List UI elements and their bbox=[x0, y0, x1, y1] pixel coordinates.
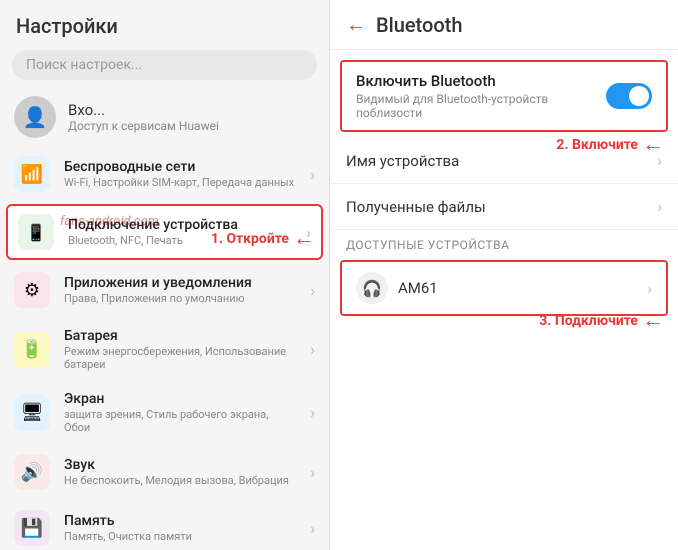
device-text: Подключение устройства Bluetooth, NFC, П… bbox=[68, 217, 238, 247]
screen-icon: 🖥 bbox=[14, 395, 50, 431]
sidebar-item-apps[interactable]: ⚙ Приложения и уведомления Права, Прилож… bbox=[0, 262, 329, 318]
memory-title: Память bbox=[64, 513, 192, 529]
sound-subtitle: Не беспокоить, Мелодия вызова, Вибрация bbox=[64, 474, 289, 487]
screen-text: Экран защита зрения, Стиль рабочего экра… bbox=[64, 391, 296, 434]
devices-header: ДОСТУПНЫЕ УСТРОЙСТВА bbox=[330, 230, 678, 256]
apps-title: Приложения и уведомления bbox=[64, 275, 252, 291]
sound-title: Звук bbox=[64, 457, 289, 473]
search-input[interactable]: Поиск настроек... bbox=[12, 50, 317, 80]
received-files-label: Полученные файлы bbox=[346, 198, 486, 216]
sound-arrow: › bbox=[310, 463, 315, 482]
battery-subtitle: Режим энергосбережения, Использование ба… bbox=[64, 345, 296, 371]
apps-subtitle: Права, Приложения по умолчанию bbox=[64, 292, 252, 305]
profile-row[interactable]: 👤 Вхо... Доступ к сервисам Huawei bbox=[0, 88, 329, 146]
received-files-arrow: › bbox=[657, 197, 662, 216]
right-title: Bluetooth bbox=[376, 13, 462, 37]
sound-text: Звук Не беспокоить, Мелодия вызова, Вибр… bbox=[64, 457, 289, 487]
toggle-sublabel: Видимый для Bluetooth-устройств поблизос… bbox=[356, 92, 606, 120]
bluetooth-toggle-section: Включить Bluetooth Видимый для Bluetooth… bbox=[340, 60, 668, 132]
sidebar-item-battery[interactable]: 🔋 Батарея Режим энергосбережения, Исполь… bbox=[0, 318, 329, 381]
battery-icon: 🔋 bbox=[14, 332, 50, 368]
device-name-label: Имя устройства bbox=[346, 152, 459, 170]
profile-subtitle: Доступ к сервисам Huawei bbox=[68, 119, 219, 133]
left-title: Настройки bbox=[0, 0, 329, 46]
wifi-subtitle: Wi-Fi, Настройки SIM-карт, Передача данн… bbox=[64, 176, 294, 189]
toggle-labels: Включить Bluetooth Видимый для Bluetooth… bbox=[356, 72, 606, 120]
sidebar-item-screen[interactable]: 🖥 Экран защита зрения, Стиль рабочего эк… bbox=[0, 381, 329, 444]
sidebar-item-device[interactable]: 📱 Подключение устройства Bluetooth, NFC,… bbox=[6, 204, 323, 260]
device-icon: 📱 bbox=[18, 214, 54, 250]
device-subtitle: Bluetooth, NFC, Печать bbox=[68, 234, 238, 247]
device-arrow: › bbox=[306, 223, 311, 242]
memory-text: Память Память, Очистка памяти bbox=[64, 513, 192, 543]
memory-arrow: › bbox=[310, 519, 315, 538]
apps-text: Приложения и уведомления Права, Приложен… bbox=[64, 275, 252, 305]
sidebar-item-wifi[interactable]: 📶 Беспроводные сети Wi-Fi, Настройки SIM… bbox=[0, 146, 329, 202]
profile-name: Вхо... bbox=[68, 101, 219, 119]
apps-arrow: › bbox=[310, 281, 315, 300]
menu-list: 📶 Беспроводные сети Wi-Fi, Настройки SIM… bbox=[0, 146, 329, 550]
right-content: Включить Bluetooth Видимый для Bluetooth… bbox=[330, 50, 678, 550]
back-button[interactable]: ← bbox=[346, 12, 366, 37]
received-files-row[interactable]: Полученные файлы › bbox=[330, 184, 678, 230]
toggle-row: Включить Bluetooth Видимый для Bluetooth… bbox=[356, 72, 652, 120]
battery-text: Батарея Режим энергосбережения, Использо… bbox=[64, 328, 296, 371]
battery-title: Батарея bbox=[64, 328, 296, 344]
profile-text: Вхо... Доступ к сервисам Huawei bbox=[68, 101, 219, 133]
wifi-icon: 📶 bbox=[14, 156, 50, 192]
device-left: 🎧 АМ61 bbox=[356, 272, 438, 304]
screen-subtitle: защита зрения, Стиль рабочего экрана, Об… bbox=[64, 408, 296, 434]
bluetooth-toggle[interactable] bbox=[606, 83, 652, 109]
device-am61-row[interactable]: 🎧 АМ61 › bbox=[340, 260, 668, 316]
wifi-arrow: › bbox=[310, 165, 315, 184]
battery-arrow: › bbox=[310, 340, 315, 359]
toggle-label: Включить Bluetooth bbox=[356, 72, 606, 90]
device-am61-arrow: › bbox=[647, 279, 652, 298]
memory-subtitle: Память, Очистка памяти bbox=[64, 530, 192, 543]
device-am61-name: АМ61 bbox=[398, 279, 438, 297]
device-name-row[interactable]: Имя устройства › bbox=[330, 138, 678, 184]
screen-title: Экран bbox=[64, 391, 296, 407]
right-panel: ← Bluetooth Включить Bluetooth Видимый д… bbox=[330, 0, 678, 550]
left-panel: Настройки Поиск настроек... 👤 Вхо... Дос… bbox=[0, 0, 330, 550]
sidebar-item-memory[interactable]: 💾 Память Память, Очистка памяти › bbox=[0, 500, 329, 550]
sound-icon: 🔊 bbox=[14, 454, 50, 490]
wifi-title: Беспроводные сети bbox=[64, 159, 294, 175]
sidebar-item-sound[interactable]: 🔊 Звук Не беспокоить, Мелодия вызова, Ви… bbox=[0, 444, 329, 500]
device-name-arrow: › bbox=[657, 151, 662, 170]
headphone-icon: 🎧 bbox=[356, 272, 388, 304]
device-title: Подключение устройства bbox=[68, 217, 238, 233]
wifi-text: Беспроводные сети Wi-Fi, Настройки SIM-к… bbox=[64, 159, 294, 189]
apps-icon: ⚙ bbox=[14, 272, 50, 308]
right-header: ← Bluetooth bbox=[330, 0, 678, 50]
memory-icon: 💾 bbox=[14, 510, 50, 546]
screen-arrow: › bbox=[310, 403, 315, 422]
avatar: 👤 bbox=[14, 96, 56, 138]
